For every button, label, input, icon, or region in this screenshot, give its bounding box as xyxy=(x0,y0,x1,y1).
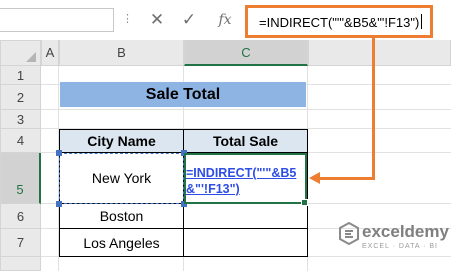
column-header-b[interactable]: B xyxy=(59,40,184,66)
watermark-tagline: EXCEL · DATA · BI xyxy=(362,243,438,250)
cell-b7-city[interactable]: Los Angeles xyxy=(59,229,184,257)
column-header-c[interactable]: C xyxy=(184,40,308,66)
cancel-icon[interactable]: ✕ xyxy=(146,9,168,31)
column-header-a[interactable]: A xyxy=(41,40,59,66)
active-cell-formula: =INDIRECT("'"&B5 &"'!F13") xyxy=(186,165,311,197)
formula-text: =INDIRECT("'"&B5&"'!F13") xyxy=(259,15,420,30)
gridline xyxy=(41,109,451,110)
callout-line-horizontal xyxy=(317,177,375,180)
exceldemy-logo-icon xyxy=(339,222,359,246)
callout-line-vertical xyxy=(372,37,375,179)
formula-input[interactable]: =INDIRECT("'"&B5&"'!F13") xyxy=(245,5,433,38)
cell-b6-city[interactable]: Boston xyxy=(59,204,184,229)
row-header-3[interactable]: 3 xyxy=(0,110,41,129)
formula-line-1: =INDIRECT("'"&B5 xyxy=(186,166,297,180)
enter-icon[interactable]: ✓ xyxy=(178,9,200,31)
reference-handle[interactable] xyxy=(56,201,62,207)
cell-c6[interactable] xyxy=(184,204,308,229)
row-header-5[interactable]: 5 xyxy=(0,153,41,204)
row-header-4[interactable]: 4 xyxy=(0,129,41,153)
text-cursor xyxy=(421,14,423,29)
row-header-2[interactable]: 2 xyxy=(0,85,41,110)
select-all-triangle-icon xyxy=(26,52,36,62)
watermark-name: exceldemy xyxy=(362,222,449,241)
name-box[interactable] xyxy=(0,8,114,32)
fill-handle[interactable] xyxy=(301,199,308,206)
column-header-d[interactable] xyxy=(308,40,451,66)
header-city-name[interactable]: City Name xyxy=(59,129,184,153)
header-total-sale[interactable]: Total Sale xyxy=(184,129,308,153)
sheet-title[interactable]: Sale Total xyxy=(60,82,306,107)
row-header-1[interactable]: 1 xyxy=(0,66,41,85)
referenced-cell-highlight xyxy=(59,153,184,204)
reference-handle[interactable] xyxy=(56,150,62,156)
row-header-8[interactable] xyxy=(0,257,41,271)
more-options-icon[interactable]: ⋮ xyxy=(122,13,133,25)
formula-line-2: &"'!F13") xyxy=(186,182,240,196)
callout-arrow-icon xyxy=(309,172,320,184)
row-header-6[interactable]: 6 xyxy=(0,204,41,229)
cell-c7[interactable] xyxy=(184,229,308,257)
insert-function-icon[interactable]: fx xyxy=(214,9,236,31)
row-header-7[interactable]: 7 xyxy=(0,229,41,257)
